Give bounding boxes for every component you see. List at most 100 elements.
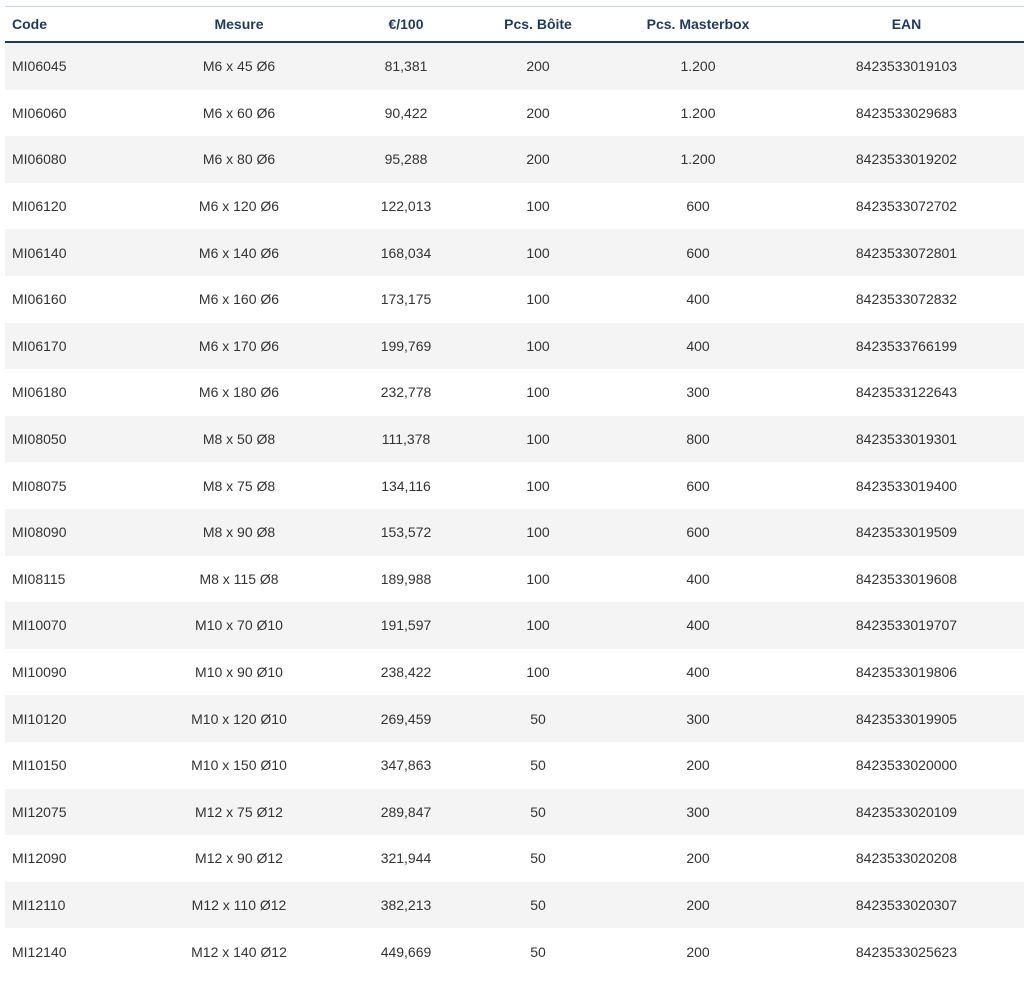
cell-ean: 8423533020307 xyxy=(855,896,958,913)
table-row: MI12140 M12 x 140 Ø12 449,669 50 200 84235330… xyxy=(5,928,1024,975)
cell-code: MI06045 xyxy=(12,58,67,75)
cell-code: MI10090 xyxy=(12,664,67,681)
table-header: Code Mesure €/100 Pcs. Bôite Pcs. Master… xyxy=(5,7,1024,43)
cell-pcs-masterbox: 1.200 xyxy=(680,58,716,75)
column-header-code[interactable]: Code xyxy=(5,7,135,43)
cell-pcs-masterbox: 1.200 xyxy=(680,104,716,121)
cell-pcs-masterbox: 1.200 xyxy=(680,151,716,168)
cell-pcs-boite: 200 xyxy=(526,104,550,121)
cell-mesure: M10 x 70 Ø10 xyxy=(195,617,283,634)
cell-mesure: M8 x 115 Ø8 xyxy=(199,570,279,587)
column-header-price[interactable]: €/100 xyxy=(343,7,469,43)
cell-price: 95,288 xyxy=(384,151,428,168)
cell-ean: 8423533072801 xyxy=(855,244,958,261)
cell-price: 173,175 xyxy=(380,291,432,308)
cell-price: 111,378 xyxy=(381,431,431,448)
cell-pcs-masterbox: 400 xyxy=(686,291,710,308)
cell-code: MI06080 xyxy=(12,151,67,168)
table-row: MI10120 M10 x 120 Ø10 269,459 50 300 84235330… xyxy=(5,695,1024,742)
cell-price: 81,381 xyxy=(384,58,428,75)
table-row: MI06170 M6 x 170 Ø6 199,769 100 400 842353376… xyxy=(5,322,1024,370)
cell-mesure: M8 x 75 Ø8 xyxy=(202,477,276,494)
header-row: Code Mesure €/100 Pcs. Bôite Pcs. Master… xyxy=(5,7,1024,43)
table-row: MI12110 M12 x 110 Ø12 382,213 50 200 84235330… xyxy=(5,881,1024,929)
cell-price: 289,847 xyxy=(380,803,432,820)
cell-price: 90,422 xyxy=(384,104,428,121)
cell-mesure: M6 x 180 Ø6 xyxy=(198,384,280,401)
cell-mesure: M6 x 45 Ø6 xyxy=(202,58,276,75)
table-row: MI06160 M6 x 160 Ø6 173,175 100 400 842353307… xyxy=(5,275,1024,323)
cell-pcs-boite: 200 xyxy=(526,151,550,168)
table-row: MI06180 M6 x 180 Ø6 232,778 100 300 842353312… xyxy=(5,369,1024,416)
cell-price: 189,988 xyxy=(380,570,432,587)
cell-pcs-masterbox: 600 xyxy=(686,477,710,494)
cell-price: 232,778 xyxy=(380,384,432,401)
product-table-container: Code Mesure €/100 Pcs. Bôite Pcs. Master… xyxy=(5,6,1024,975)
cell-price: 269,459 xyxy=(380,710,432,727)
cell-ean: 8423533019905 xyxy=(855,710,958,727)
cell-pcs-boite: 50 xyxy=(530,896,546,913)
cell-mesure: M6 x 160 Ø6 xyxy=(198,291,280,308)
cell-pcs-boite: 100 xyxy=(526,337,550,354)
cell-price: 321,944 xyxy=(380,850,432,867)
cell-pcs-masterbox: 200 xyxy=(686,896,710,913)
cell-code: MI12075 xyxy=(12,803,67,820)
cell-ean: 8423533029683 xyxy=(855,104,958,121)
cell-ean: 8423533019301 xyxy=(855,431,958,448)
cell-mesure: M6 x 80 Ø6 xyxy=(202,151,276,168)
cell-ean: 8423533019707 xyxy=(855,617,958,634)
cell-ean: 8423533025623 xyxy=(855,943,958,960)
cell-ean: 8423533072832 xyxy=(855,291,958,308)
cell-price: 347,863 xyxy=(380,757,432,774)
table-row: MI10070 M10 x 70 Ø10 191,597 100 400 84235330… xyxy=(5,602,1024,649)
cell-pcs-masterbox: 200 xyxy=(686,850,710,867)
cell-pcs-masterbox: 600 xyxy=(686,244,710,261)
column-header-pcs-masterbox[interactable]: Pcs. Masterbox xyxy=(607,7,789,43)
table-row: MI10150 M10 x 150 Ø10 347,863 50 200 84235330… xyxy=(5,741,1024,789)
cell-code: MI06180 xyxy=(12,384,67,401)
cell-mesure: M6 x 60 Ø6 xyxy=(202,104,276,121)
column-header-ean[interactable]: EAN xyxy=(789,7,1024,43)
cell-mesure: M12 x 140 Ø12 xyxy=(191,943,287,960)
cell-pcs-masterbox: 400 xyxy=(686,570,710,587)
cell-code: MI06140 xyxy=(12,244,67,261)
cell-pcs-masterbox: 300 xyxy=(686,384,710,401)
column-header-mesure[interactable]: Mesure xyxy=(135,7,343,43)
table-row: MI10090 M10 x 90 Ø10 238,422 100 400 84235330… xyxy=(5,648,1024,696)
table-row: MI08090 M8 x 90 Ø8 153,572 100 600 8423533019… xyxy=(5,508,1024,556)
cell-pcs-boite: 100 xyxy=(526,617,550,634)
cell-mesure: M10 x 90 Ø10 xyxy=(195,664,283,681)
table-row: MI12075 M12 x 75 Ø12 289,847 50 300 842353302… xyxy=(5,788,1024,836)
table-row: MI08050 M8 x 50 Ø8 111,378 100 800 8423533019… xyxy=(5,415,1024,463)
cell-price: 382,213 xyxy=(380,896,432,913)
cell-pcs-boite: 100 xyxy=(526,664,550,681)
cell-code: MI06060 xyxy=(12,104,67,121)
cell-mesure: M10 x 120 Ø10 xyxy=(191,710,287,727)
cell-pcs-masterbox: 600 xyxy=(686,524,710,541)
cell-code: MI08050 xyxy=(12,431,67,448)
cell-code: MI06170 xyxy=(12,337,67,354)
cell-price: 134,116 xyxy=(381,477,431,494)
cell-pcs-boite: 100 xyxy=(526,244,550,261)
cell-mesure: M6 x 120 Ø6 xyxy=(198,198,280,215)
cell-code: MI08090 xyxy=(12,524,67,541)
cell-pcs-masterbox: 400 xyxy=(686,664,710,681)
cell-pcs-masterbox: 200 xyxy=(686,943,710,960)
cell-ean: 8423533019806 xyxy=(855,664,958,681)
cell-mesure: M8 x 50 Ø8 xyxy=(202,431,276,448)
column-header-pcs-boite[interactable]: Pcs. Bôite xyxy=(469,7,607,43)
cell-price: 199,769 xyxy=(380,337,432,354)
cell-code: MI08115 xyxy=(12,570,66,587)
cell-ean: 8423533019608 xyxy=(855,570,958,587)
table-row: MI06080 M6 x 80 Ø6 95,288 200 1.200 842353301… xyxy=(5,136,1024,183)
cell-pcs-boite: 100 xyxy=(526,431,550,448)
cell-pcs-masterbox: 800 xyxy=(686,431,710,448)
table-row: MI08115 M8 x 115 Ø8 189,988 100 400 842353301… xyxy=(5,555,1024,603)
table-row: MI08075 M8 x 75 Ø8 134,116 100 600 8423533019… xyxy=(5,462,1024,509)
table-row: MI06140 M6 x 140 Ø6 168,034 100 600 842353307… xyxy=(5,229,1024,276)
cell-code: MI08075 xyxy=(12,477,67,494)
cell-price: 191,597 xyxy=(380,617,432,634)
cell-pcs-masterbox: 400 xyxy=(686,617,710,634)
cell-pcs-boite: 50 xyxy=(530,710,546,727)
cell-pcs-boite: 100 xyxy=(526,477,550,494)
